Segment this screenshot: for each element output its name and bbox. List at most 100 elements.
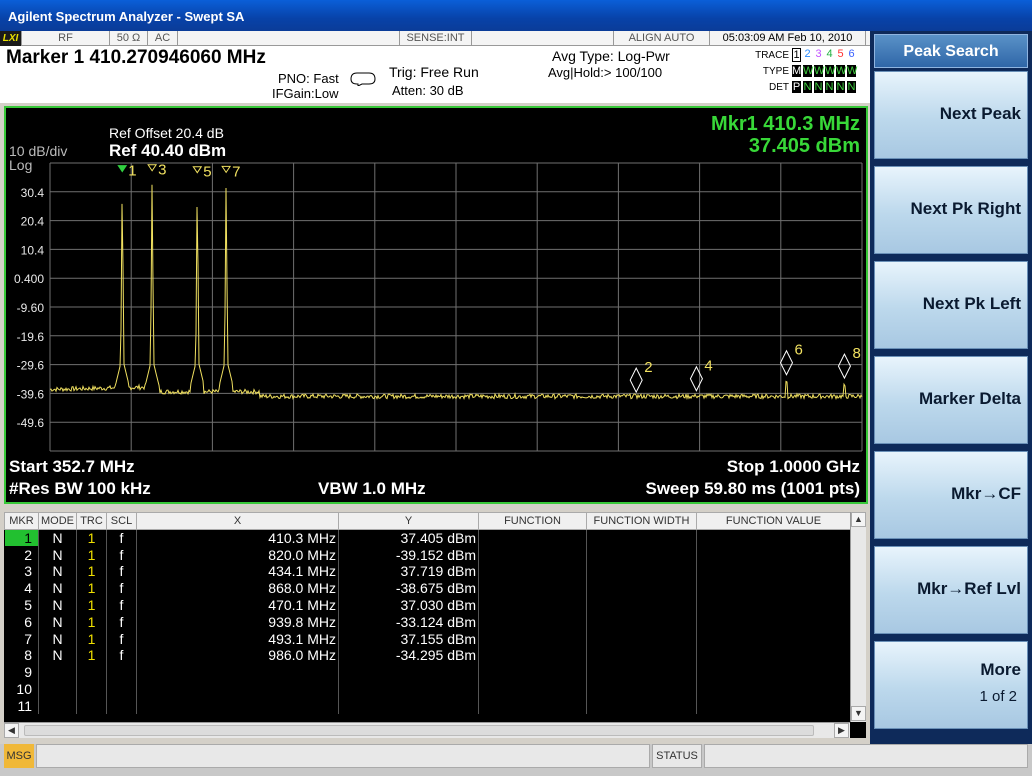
det-values: PNNNNN: [792, 81, 856, 93]
marker-label: 6: [794, 342, 802, 359]
status-label[interactable]: STATUS: [652, 744, 702, 768]
column-header[interactable]: Y: [338, 512, 479, 530]
marker-table: MKR MODE TRC SCL X Y FUNCTION FUNCTION WIDTH FUN…: [4, 512, 851, 715]
more-key[interactable]: More 1 of 2: [874, 641, 1028, 729]
table-cell: [586, 680, 697, 698]
message-field: [36, 744, 650, 768]
det-value: N: [825, 81, 834, 93]
table-row[interactable]: 3 N 1 f 434.1 MHz 37.719 dBm: [4, 563, 851, 580]
table-cell: [586, 630, 697, 648]
column-header[interactable]: FUNCTION: [478, 512, 587, 530]
type-value: W: [836, 65, 847, 77]
table-row[interactable]: 6 N 1 f 939.8 MHz -33.124 dBm: [4, 613, 851, 631]
table-cell: -38.675 dBm: [338, 579, 479, 597]
table-cell: [696, 680, 851, 698]
marker-label: 4: [704, 358, 712, 375]
menu-title: Peak Search: [874, 34, 1028, 68]
trace-value: 3: [815, 48, 822, 60]
avg-type: Avg Type: Log-Pwr: [552, 48, 670, 64]
scroll-right-arrow-icon[interactable]: ▶: [834, 723, 849, 738]
table-row[interactable]: 10: [4, 680, 851, 698]
spectrum-display[interactable]: 30.4 20.4 10.4 0.400 -9.60 -19.6 -29.6 -39.6 -49…: [4, 106, 868, 504]
marker-7[interactable]: [221, 165, 232, 174]
type-value: M: [792, 65, 802, 77]
table-cell: f: [106, 546, 137, 564]
table-cell: 11: [4, 697, 39, 715]
column-header[interactable]: SCL: [106, 512, 137, 530]
marker-2[interactable]: [629, 366, 643, 394]
marker-delta-key[interactable]: Marker Delta: [874, 356, 1028, 444]
table-cell: -33.124 dBm: [338, 613, 479, 631]
table-cell: [586, 546, 697, 564]
marker-4[interactable]: [689, 365, 703, 392]
table-cell: 493.1 MHz: [136, 630, 339, 648]
marker-5[interactable]: [192, 166, 203, 174]
ref-level: Ref 40.40 dBm: [109, 141, 226, 160]
softkey-label: Next Peak: [939, 104, 1021, 123]
table-cell: [136, 680, 339, 698]
table-cell: 37.405 dBm: [338, 529, 479, 547]
table-cell: 5: [4, 596, 39, 614]
scroll-left-arrow-icon[interactable]: ◀: [4, 723, 19, 738]
vertical-scrollbar[interactable]: ▲ ▼: [850, 512, 866, 722]
table-cell: [478, 563, 587, 580]
table-row[interactable]: 4 N 1 f 868.0 MHz -38.675 dBm: [4, 579, 851, 597]
marker-3[interactable]: [147, 164, 158, 172]
table-cell: [38, 663, 77, 681]
scroll-up-arrow-icon[interactable]: ▲: [851, 512, 866, 527]
table-cell: [338, 697, 479, 715]
table-row[interactable]: 9: [4, 663, 851, 681]
column-header[interactable]: MODE: [38, 512, 77, 530]
table-row[interactable]: 1 N 1 f 410.3 MHz 37.405 dBm: [4, 529, 851, 547]
trace-box: TRACE 1 2 3 4 5 6 TYPE M W W W W W DET P N N N N N: [740, 47, 868, 97]
y-tick-label: -19.6: [17, 330, 45, 344]
marker-8[interactable]: [837, 353, 851, 380]
det-value: N: [847, 81, 856, 93]
table-cell: [478, 546, 587, 564]
status-bar: MSG STATUS: [0, 744, 1032, 776]
spectrum-plot: 30.4 20.4 10.4 0.400 -9.60 -19.6 -29.6 -39.6 -49…: [9, 113, 863, 498]
column-header[interactable]: TRC: [76, 512, 107, 530]
column-header[interactable]: MKR: [4, 512, 39, 530]
marker-1[interactable]: [117, 165, 128, 173]
horizontal-scrollbar[interactable]: ◀ ▶: [4, 722, 850, 738]
table-cell: [696, 546, 851, 564]
softkey-label: Mkr→Ref Lvl: [917, 579, 1021, 598]
next-peak-key[interactable]: Next Peak: [874, 71, 1028, 159]
next-pk-left-key[interactable]: Next Pk Left: [874, 261, 1028, 349]
mkr-to-cf-key[interactable]: Mkr→CF: [874, 451, 1028, 539]
res-bw: #Res BW 100 kHz: [9, 479, 151, 498]
table-cell: [38, 680, 77, 698]
det-value: N: [803, 81, 812, 93]
table-cell: 37.155 dBm: [338, 630, 479, 648]
scroll-down-arrow-icon[interactable]: ▼: [851, 706, 866, 721]
next-pk-right-key[interactable]: Next Pk Right: [874, 166, 1028, 254]
table-cell: N: [38, 563, 77, 580]
sweep-time: Sweep 59.80 ms (1001 pts): [645, 479, 860, 498]
table-cell: 2: [4, 546, 39, 564]
table-cell: [76, 697, 107, 715]
table-row[interactable]: 11: [4, 697, 851, 715]
marker-label: 2: [644, 359, 652, 376]
avg-hold: Avg|Hold:> 100/100: [548, 65, 663, 80]
trace-value: 5: [837, 48, 844, 60]
table-row[interactable]: 2 N 1 f 820.0 MHz -39.152 dBm: [4, 546, 851, 564]
table-cell: [478, 529, 587, 547]
table-row[interactable]: 7 N 1 f 493.1 MHz 37.155 dBm: [4, 630, 851, 648]
table-cell: 1: [76, 647, 107, 664]
table-cell: N: [38, 647, 77, 664]
mkr-to-ref-lvl-key[interactable]: Mkr→Ref Lvl: [874, 546, 1028, 634]
msg-label[interactable]: MSG: [4, 744, 34, 768]
table-cell: [696, 647, 851, 664]
column-header[interactable]: X: [136, 512, 339, 530]
table-cell: [478, 596, 587, 614]
det-value: P: [792, 81, 801, 93]
table-cell: [106, 697, 137, 715]
horizontal-scroll-thumb[interactable]: [24, 725, 814, 736]
column-header[interactable]: FUNCTION VALUE: [696, 512, 851, 530]
column-header[interactable]: FUNCTION WIDTH: [586, 512, 697, 530]
y-tick-label: -29.6: [17, 359, 45, 373]
table-row[interactable]: 8 N 1 f 986.0 MHz -34.295 dBm: [4, 647, 851, 664]
marker-6[interactable]: [779, 349, 794, 376]
table-row[interactable]: 5 N 1 f 470.1 MHz 37.030 dBm: [4, 596, 851, 614]
